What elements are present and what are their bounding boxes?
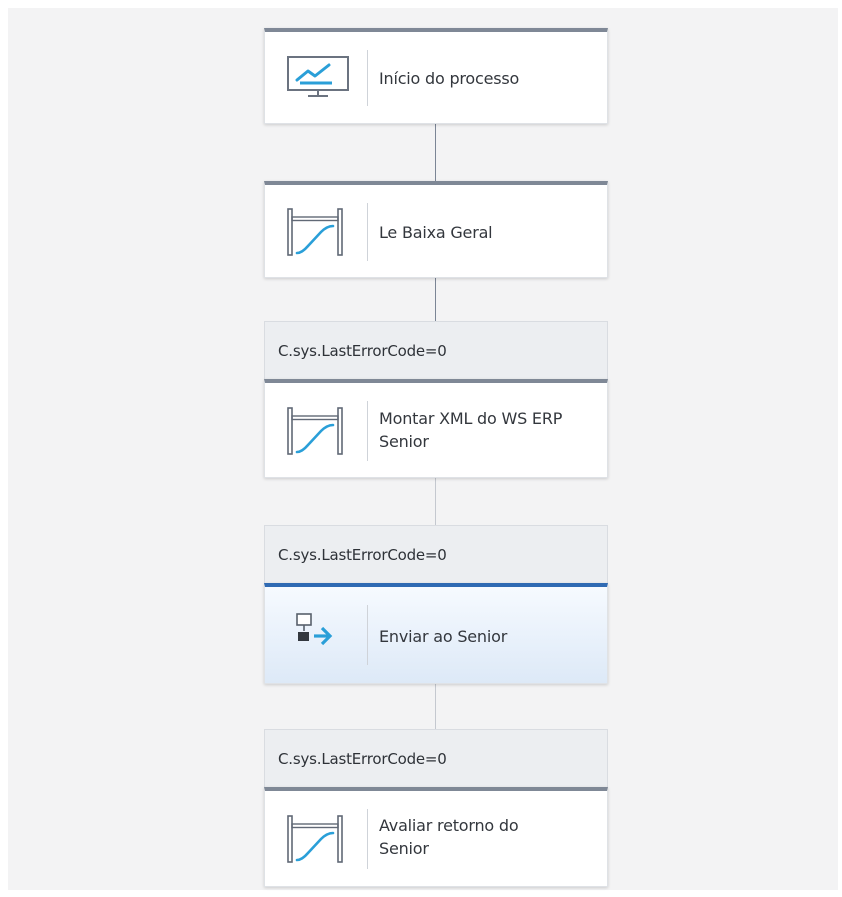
workflow-node-inicio[interactable]: Início do processo — [264, 28, 608, 124]
condition-header[interactable]: C.sys.LastErrorCode=0 — [264, 729, 608, 787]
condition-text: C.sys.LastErrorCode=0 — [278, 750, 447, 768]
node-label: Enviar ao Senior — [379, 627, 508, 646]
monitor-chart-icon — [285, 55, 353, 99]
node-label: Montar XML do WS ERP Senior — [379, 409, 563, 451]
node-separator — [367, 50, 368, 106]
condition-text: C.sys.LastErrorCode=0 — [278, 342, 447, 360]
node-label: Le Baixa Geral — [379, 223, 493, 242]
script-gate-icon — [285, 407, 353, 455]
condition-header[interactable]: C.sys.LastErrorCode=0 — [264, 525, 608, 583]
node-separator — [367, 203, 368, 261]
workflow-node-enviar-ao-senior[interactable]: Enviar ao Senior — [264, 583, 608, 684]
node-label: Avaliar retorno do Senior — [379, 816, 519, 858]
node-separator — [367, 809, 368, 869]
node-separator — [367, 605, 368, 665]
workflow-node-avaliar-retorno[interactable]: Avaliar retorno do Senior — [264, 787, 608, 887]
node-label: Início do processo — [379, 69, 520, 88]
workflow-node-montar-xml[interactable]: Montar XML do WS ERP Senior — [264, 379, 608, 478]
condition-text: C.sys.LastErrorCode=0 — [278, 546, 447, 564]
condition-header[interactable]: C.sys.LastErrorCode=0 — [264, 321, 608, 379]
workflow-canvas: Início do processo Le Baixa Geral C.sys.… — [8, 8, 838, 890]
node-separator — [367, 401, 368, 461]
send-arrow-icon — [285, 613, 353, 657]
workflow-node-le-baixa-geral[interactable]: Le Baixa Geral — [264, 181, 608, 278]
script-gate-icon — [285, 815, 353, 863]
script-gate-icon — [285, 208, 353, 256]
